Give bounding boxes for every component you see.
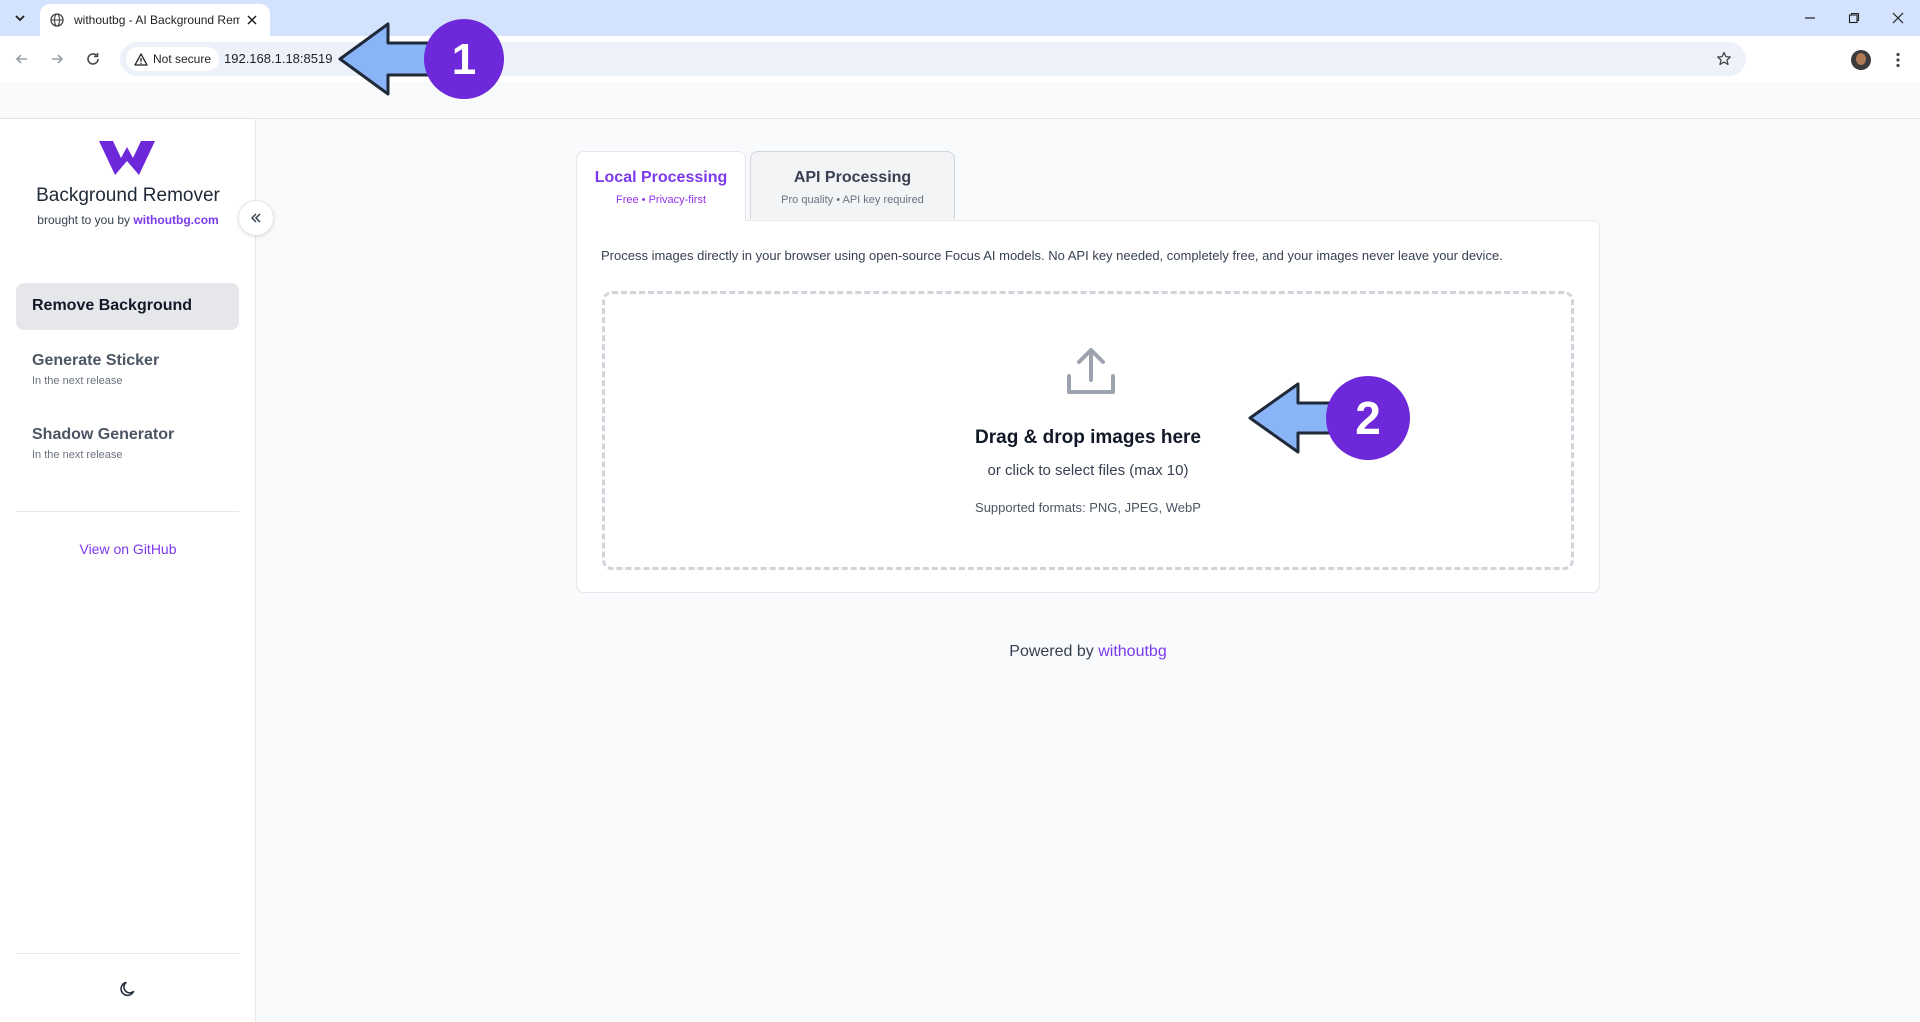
restore-icon[interactable] [1832,0,1876,36]
sidebar-divider [16,953,239,954]
globe-icon [50,13,64,27]
menu-kebab-icon[interactable] [1888,50,1908,70]
dropzone-subtitle: or click to select files (max 10) [987,462,1189,479]
tab-label: API Processing [793,169,912,186]
sidebar-item-label: Shadow Generator [32,426,175,443]
close-window-icon[interactable] [1876,0,1920,36]
tab-api-processing[interactable]: API Processing Pro quality • API key req… [750,151,955,219]
warning-icon [134,52,148,66]
footer: Powered by withoutbg [576,643,1600,661]
tab-close-icon[interactable] [244,12,260,28]
tab-search-button[interactable] [6,6,34,30]
chrome-divider [0,118,1920,119]
browser-tab-active[interactable]: withoutbg - AI Background Remover [40,4,270,36]
sidebar: Background Remover brought to you by wit… [0,119,256,1022]
tab-sub: Free • Privacy-first [615,194,707,206]
bookmark-star-icon[interactable] [1714,49,1734,69]
tab-label: Local Processing [594,169,728,186]
browser-tabstrip: withoutbg - AI Background Remover [0,0,1920,36]
footer-prefix: Powered by [1009,643,1099,660]
dropzone-title: Drag & drop images here [975,427,1201,448]
sidebar-item-generate-sticker[interactable]: Generate Sticker In the next release [16,338,239,401]
chevron-down-icon [15,15,25,22]
tab-sub: Pro quality • API key required [781,194,924,206]
back-icon[interactable] [8,45,36,73]
minimize-icon[interactable] [1788,0,1832,36]
browser-tab-title: withoutbg - AI Background Remover [74,13,240,27]
collapse-sidebar-button[interactable] [238,200,274,236]
annotation-arrow-2: 2 [1248,376,1410,460]
profile-avatar[interactable] [1851,50,1871,70]
panel-description: Process images directly in your browser … [601,248,1503,263]
brand-subtitle-prefix: brought to you by [37,213,134,227]
window-controls [1788,0,1920,36]
dropzone-formats: Supported formats: PNG, JPEG, WebP [975,500,1201,515]
brand-subtitle: brought to you by withoutbg.com [0,213,256,227]
sidebar-item-label: Generate Sticker [32,352,160,369]
brand-title: Background Remover [36,185,220,206]
reload-icon[interactable] [79,45,107,73]
tab-local-processing[interactable]: Local Processing Free • Privacy-first [576,151,746,221]
annotation-number-1: 1 [452,35,476,84]
security-label: Not secure [153,52,212,66]
withoutbg-logo-icon [99,141,155,175]
sidebar-divider [16,511,239,512]
image-dropzone[interactable]: Drag & drop images here or click to sele… [602,291,1574,570]
security-chip[interactable]: Not secure [126,47,220,71]
url-text[interactable]: 192.168.1.18:8519 [224,51,332,66]
sidebar-item-sub: In the next release [32,375,123,387]
sidebar-item-remove-background[interactable]: Remove Background [16,283,239,330]
processing-panel: Process images directly in your browser … [576,220,1600,593]
sidebar-item-shadow-generator[interactable]: Shadow Generator In the next release [16,412,239,475]
double-chevron-left-icon [250,213,261,223]
sidebar-item-sub: In the next release [32,449,123,461]
sidebar-item-label: Remove Background [32,297,193,314]
annotation-number-2: 2 [1355,392,1381,444]
browser-toolbar: Not secure 192.168.1.18:8519 [0,36,1920,82]
github-link[interactable]: View on GitHub [0,541,256,557]
annotation-arrow-1: 1 [338,19,504,99]
moon-icon[interactable] [116,977,140,1001]
forward-icon[interactable] [43,45,71,73]
brand-link[interactable]: withoutbg.com [133,213,218,227]
upload-icon [1067,348,1115,394]
footer-link[interactable]: withoutbg [1098,643,1167,660]
